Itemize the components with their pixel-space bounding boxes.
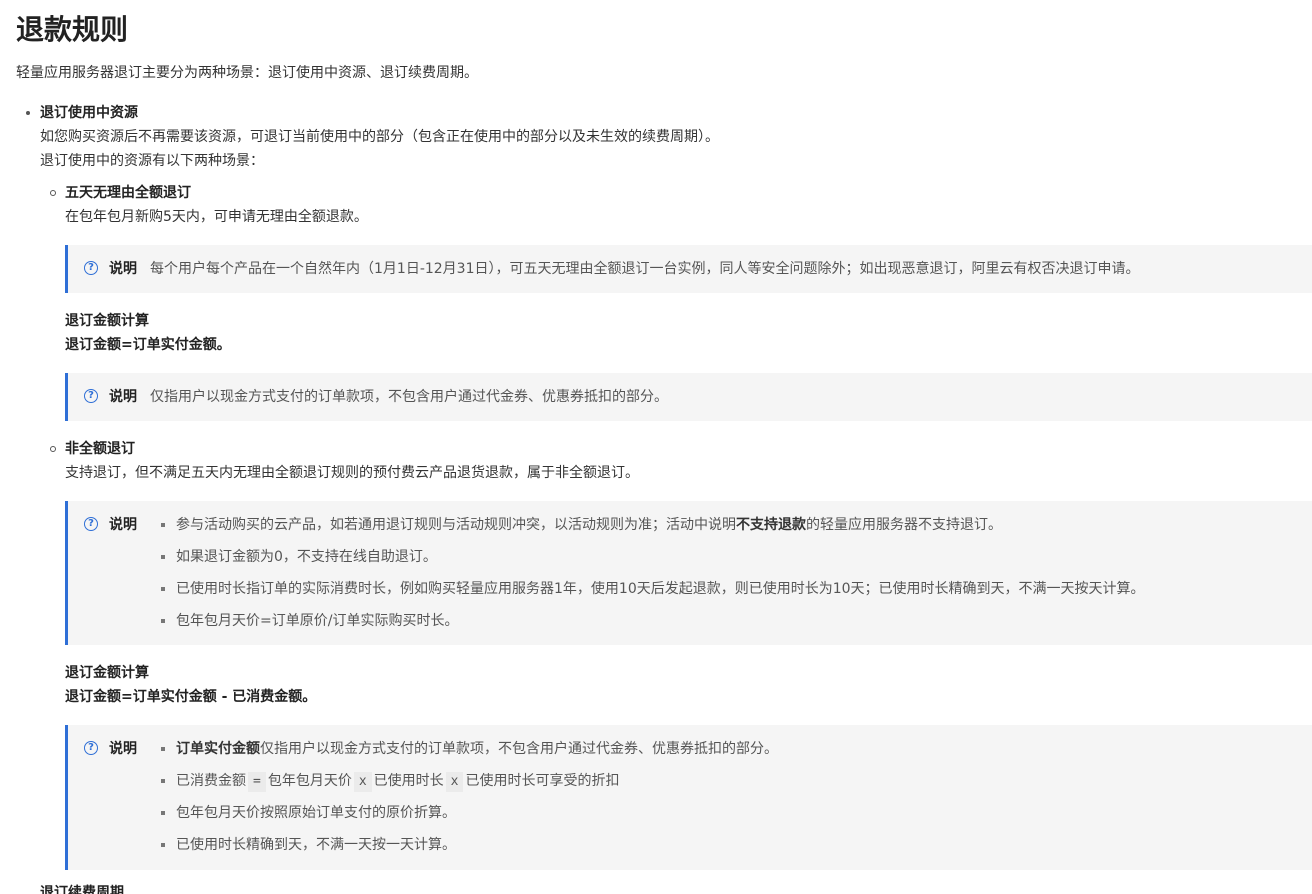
formula-operator: x [353, 772, 372, 792]
note-item-emphasis: 不支持退款 [736, 517, 806, 533]
section-heading-refund-in-use: 退订使用中资源 [40, 105, 138, 121]
note-list-item: 包年包月天价按照原始订单支付的原价折算。 [176, 805, 456, 821]
calc-formula: 退订金额=订单实付金额 - 已消费金额。 [65, 689, 317, 705]
note-item-text: 已使用时长可享受的折扣 [465, 773, 620, 789]
note-item-text: 参与活动购买的云产品，如若通用退订规则与活动规则冲突，以活动规则为准；活动中说明 [176, 517, 736, 533]
note-list-item: 如果退订金额为0，不支持在线自助退订。 [176, 549, 437, 565]
note-item-text: 的轻量应用服务器不支持退订。 [806, 517, 1002, 533]
note-item-text: 已使用时长 [373, 773, 444, 789]
note-list-bullet [161, 811, 165, 815]
note-label: 说明 [109, 517, 137, 533]
sublist-bullet [50, 190, 56, 196]
note-label: 说明 [109, 741, 137, 757]
section-paragraph: 如您购买资源后不再需要该资源，可退订当前使用中的部分（包含正在使用中的部分以及未… [40, 129, 719, 145]
note-list-item: 订单实付金额仅指用户以现金方式支付的订单款项，不包含用户通过代金券、优惠券抵扣的… [176, 738, 778, 760]
note-box: ? 说明 参与活动购买的云产品，如若通用退订规则与活动规则冲突，以活动规则为准；… [65, 501, 1312, 645]
note-item-text: 包年包月天价 [267, 773, 352, 789]
note-box: ? 说明 订单实付金额仅指用户以现金方式支付的订单款项，不包含用户通过代金券、优… [65, 725, 1312, 870]
formula-operator: x [445, 772, 464, 792]
document-page: 退款规则 轻量应用服务器退订主要分为两种场景：退订使用中资源、退订续费周期。 退… [16, 0, 1312, 894]
intro-paragraph: 轻量应用服务器退订主要分为两种场景：退订使用中资源、退订续费周期。 [16, 65, 478, 81]
page-title: 退款规则 [16, 13, 129, 46]
note-text: 每个用户每个产品在一个自然年内（1月1日-12月31日），可五天无理由全额退订一… [150, 261, 1140, 277]
note-list-bullet [161, 779, 165, 783]
note-list-item: 已使用时长精确到天，不满一天按一天计算。 [176, 837, 456, 853]
section-paragraph: 退订使用中的资源有以下两种场景： [40, 153, 264, 169]
list-bullet [26, 111, 30, 115]
question-circle-icon: ? [84, 517, 98, 531]
calc-heading: 退订金额计算 [65, 665, 149, 681]
note-list-bullet [161, 587, 165, 591]
sublist-bullet [50, 446, 56, 452]
calc-heading: 退订金额计算 [65, 313, 149, 329]
note-list-bullet [161, 523, 165, 527]
section-heading-renewal: 退订续费周期 [40, 885, 124, 894]
note-item-emphasis: 订单实付金额 [176, 741, 260, 757]
question-circle-icon: ? [84, 261, 98, 275]
note-list-item: 已使用时长指订单的实际消费时长，例如购买轻量应用服务器1年，使用10天后发起退款… [176, 581, 1145, 597]
note-item-text: 已消费金额 [176, 773, 246, 789]
subsection-paragraph: 支持退订，但不满足五天内无理由全额退订规则的预付费云产品退货退款，属于非全额退订… [65, 465, 639, 481]
note-list-bullet [161, 843, 165, 847]
note-list-item: 已消费金额 = 包年包月天价 x 已使用时长 x 已使用时长可享受的折扣 [176, 770, 619, 792]
question-circle-icon: ? [84, 741, 98, 755]
note-list-bullet [161, 619, 165, 623]
formula-operator: = [248, 772, 266, 792]
note-list-bullet [161, 747, 165, 751]
subsection-heading-full-refund: 五天无理由全额退订 [65, 185, 191, 201]
note-label: 说明 [109, 389, 137, 405]
note-box: ? 说明 每个用户每个产品在一个自然年内（1月1日-12月31日），可五天无理由… [65, 245, 1312, 293]
note-box: ? 说明 仅指用户以现金方式支付的订单款项，不包含用户通过代金券、优惠券抵扣的部… [65, 373, 1312, 421]
note-text: 仅指用户以现金方式支付的订单款项，不包含用户通过代金券、优惠券抵扣的部分。 [150, 389, 668, 405]
note-list-item: 参与活动购买的云产品，如若通用退订规则与活动规则冲突，以活动规则为准；活动中说明… [176, 514, 1002, 536]
subsection-heading-partial-refund: 非全额退订 [65, 441, 135, 457]
subsection-paragraph: 在包年包月新购5天内，可申请无理由全额退款。 [65, 209, 368, 225]
question-circle-icon: ? [84, 389, 98, 403]
note-list-bullet [161, 555, 165, 559]
note-list-item: 包年包月天价=订单原价/订单实际购买时长。 [176, 613, 459, 629]
note-label: 说明 [109, 261, 137, 277]
calc-formula: 退订金额=订单实付金额。 [65, 337, 231, 353]
note-item-text: 仅指用户以现金方式支付的订单款项，不包含用户通过代金券、优惠券抵扣的部分。 [260, 741, 778, 757]
